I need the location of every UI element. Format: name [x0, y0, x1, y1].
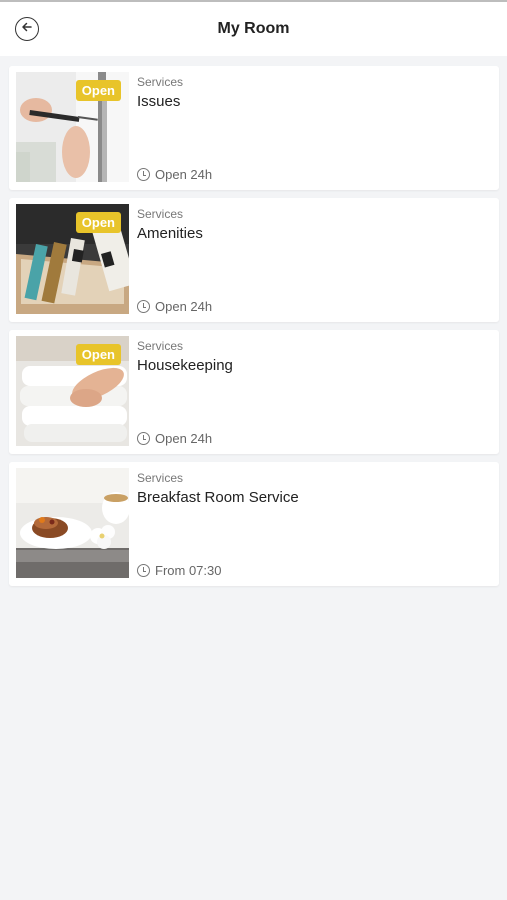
- service-image-issues: Open: [16, 72, 129, 182]
- service-card-breakfast[interactable]: Services Breakfast Room Service From 07:…: [9, 462, 499, 586]
- hours-text: Open 24h: [155, 299, 213, 314]
- service-card-issues[interactable]: Open Services Issues Open 24h: [9, 66, 499, 190]
- service-category: Services: [137, 75, 184, 89]
- service-image-amenities: Open: [16, 204, 129, 314]
- app-header: My Room: [0, 2, 507, 56]
- back-button[interactable]: [15, 17, 39, 41]
- service-hours: From 07:30: [137, 563, 221, 578]
- open-badge: Open: [75, 344, 121, 365]
- service-category: Services: [137, 471, 184, 485]
- back-arrow-icon: [20, 20, 34, 39]
- service-hours: Open 24h: [137, 299, 212, 314]
- service-card-housekeeping[interactable]: Open Services Housekeeping Open 24h: [9, 330, 499, 454]
- clock-icon: [137, 564, 150, 577]
- clock-icon: [137, 300, 150, 313]
- service-image-breakfast: [16, 468, 129, 578]
- hours-text: From 07:30: [155, 563, 222, 578]
- service-category: Services: [137, 339, 184, 353]
- page-title: My Room: [217, 20, 290, 37]
- service-card-amenities[interactable]: Open Services Amenities Open 24h: [9, 198, 499, 322]
- service-hours: Open 24h: [137, 431, 212, 446]
- open-badge: Open: [75, 212, 121, 233]
- service-image-housekeeping: Open: [16, 336, 129, 446]
- services-list: Open Services Issues Open 24h Open Servi…: [0, 56, 507, 586]
- clock-icon: [137, 432, 150, 445]
- clock-icon: [137, 168, 150, 181]
- service-name: Amenities: [137, 225, 203, 242]
- service-name: Breakfast Room Service: [137, 489, 299, 506]
- service-hours: Open 24h: [137, 167, 212, 182]
- hours-text: Open 24h: [155, 167, 213, 182]
- hours-text: Open 24h: [155, 431, 213, 446]
- service-name: Housekeeping: [137, 357, 233, 374]
- service-name: Issues: [137, 93, 181, 110]
- open-badge: Open: [75, 80, 121, 101]
- service-category: Services: [137, 207, 184, 221]
